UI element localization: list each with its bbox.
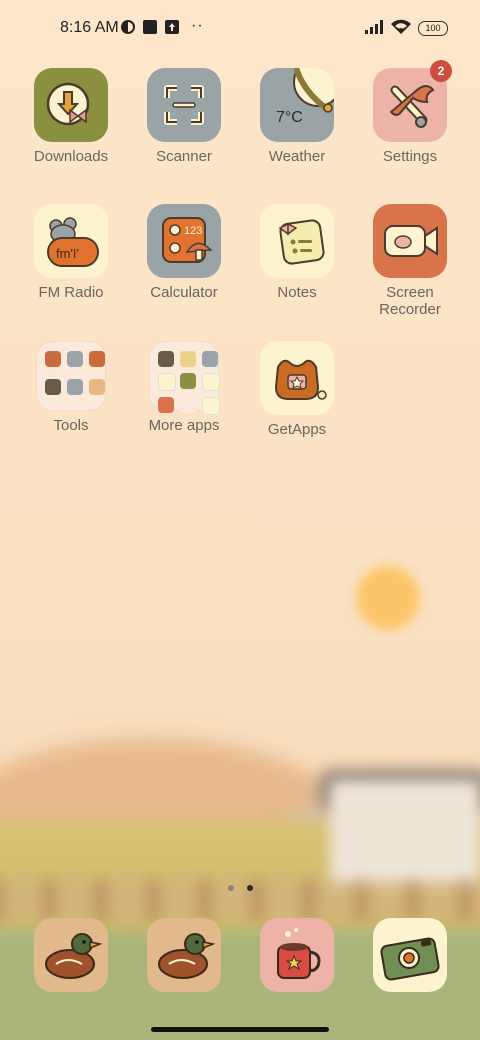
square-icon — [143, 20, 157, 34]
duck-icon — [158, 933, 216, 979]
folder-app-icon — [180, 373, 196, 389]
app-scanner[interactable]: Scanner — [129, 68, 239, 165]
page-dot-active[interactable] — [247, 885, 254, 891]
folder-app-icon — [45, 351, 61, 367]
notification-badge: 2 — [430, 60, 452, 82]
battery-level: 100 — [425, 23, 441, 33]
app-label: Screen Recorder — [355, 284, 465, 318]
signal-icon — [365, 20, 383, 34]
app-label: Weather — [268, 148, 326, 165]
folder-app-icon — [202, 351, 218, 367]
app-label: More apps — [148, 417, 220, 434]
more-apps-folder-icon — [149, 341, 220, 415]
folder-app-icon — [180, 397, 196, 413]
app-label-line: Recorder — [379, 301, 441, 318]
folder-app-icon — [67, 379, 83, 395]
app-label: GetApps — [267, 421, 327, 438]
status-bar: 8:16 AM ·· 100 — [0, 0, 480, 56]
app-label: Calculator — [150, 284, 218, 301]
calculator-text: 123 — [184, 225, 202, 237]
folder-app-icon — [158, 351, 174, 367]
wallpaper-house — [330, 780, 480, 890]
app-screen-recorder[interactable]: Screen Recorder — [355, 204, 465, 318]
wallpaper-sun — [356, 566, 420, 630]
weather-icon: 7°C — [260, 68, 334, 142]
wifi-icon — [391, 19, 411, 34]
dock-app-camera[interactable] — [373, 918, 447, 992]
mug-icon — [277, 928, 321, 979]
app-downloads[interactable]: Downloads — [16, 68, 126, 165]
tools-folder-icon — [36, 341, 106, 411]
status-time: 8:16 AM — [60, 19, 119, 36]
folder-app-icon — [89, 351, 105, 367]
gesture-nav-bar[interactable] — [151, 1027, 329, 1032]
downloads-icon — [34, 68, 108, 142]
screen-recorder-icon — [373, 204, 447, 278]
page-dot[interactable] — [228, 885, 234, 891]
dock-app-duck[interactable] — [34, 918, 108, 992]
calculator-icon: 123 — [147, 204, 221, 278]
folder-app-icon — [180, 351, 196, 367]
duck-icon — [45, 933, 103, 979]
battery-icon: 100 — [418, 21, 448, 36]
app-label: Settings — [382, 148, 438, 165]
sync-icon — [121, 20, 135, 34]
dock-app-duck[interactable] — [147, 918, 221, 992]
notes-icon — [260, 204, 334, 278]
folder-tools[interactable]: Tools — [16, 341, 126, 434]
folder-app-icon — [158, 397, 174, 413]
app-label: Tools — [53, 417, 89, 434]
app-label: Notes — [277, 284, 317, 301]
fm-radio-text: fm'I' — [56, 246, 79, 261]
weather-temp: 7°C — [276, 109, 303, 126]
app-notes[interactable]: Notes — [242, 204, 352, 301]
page-indicator[interactable] — [228, 878, 262, 896]
app-label-line: Screen — [386, 284, 434, 301]
folder-more-apps[interactable]: More apps — [129, 341, 239, 434]
app-settings[interactable]: Settings — [355, 68, 465, 165]
folder-app-icon — [67, 351, 83, 367]
getapps-icon — [260, 341, 334, 415]
app-label: FM Radio — [38, 284, 104, 301]
dock-app-mug[interactable] — [260, 918, 334, 992]
camera-icon — [380, 937, 440, 981]
folder-app-icon — [45, 379, 61, 395]
folder-app-icon — [202, 397, 220, 415]
app-getapps[interactable]: GetApps — [242, 341, 352, 438]
upload-icon — [165, 20, 179, 34]
app-fm-radio[interactable]: fm'I' FM Radio — [16, 204, 126, 301]
more-dots-icon: ·· — [191, 17, 204, 34]
folder-app-icon — [202, 373, 220, 391]
app-weather[interactable]: 7°C Weather — [242, 68, 352, 165]
folder-app-icon — [158, 373, 176, 391]
app-label: Scanner — [156, 148, 212, 165]
fm-radio-icon: fm'I' — [34, 204, 108, 278]
app-calculator[interactable]: 123 Calculator — [129, 204, 239, 301]
folder-app-icon — [89, 379, 105, 395]
scanner-icon — [147, 68, 221, 142]
app-label: Downloads — [33, 148, 109, 165]
